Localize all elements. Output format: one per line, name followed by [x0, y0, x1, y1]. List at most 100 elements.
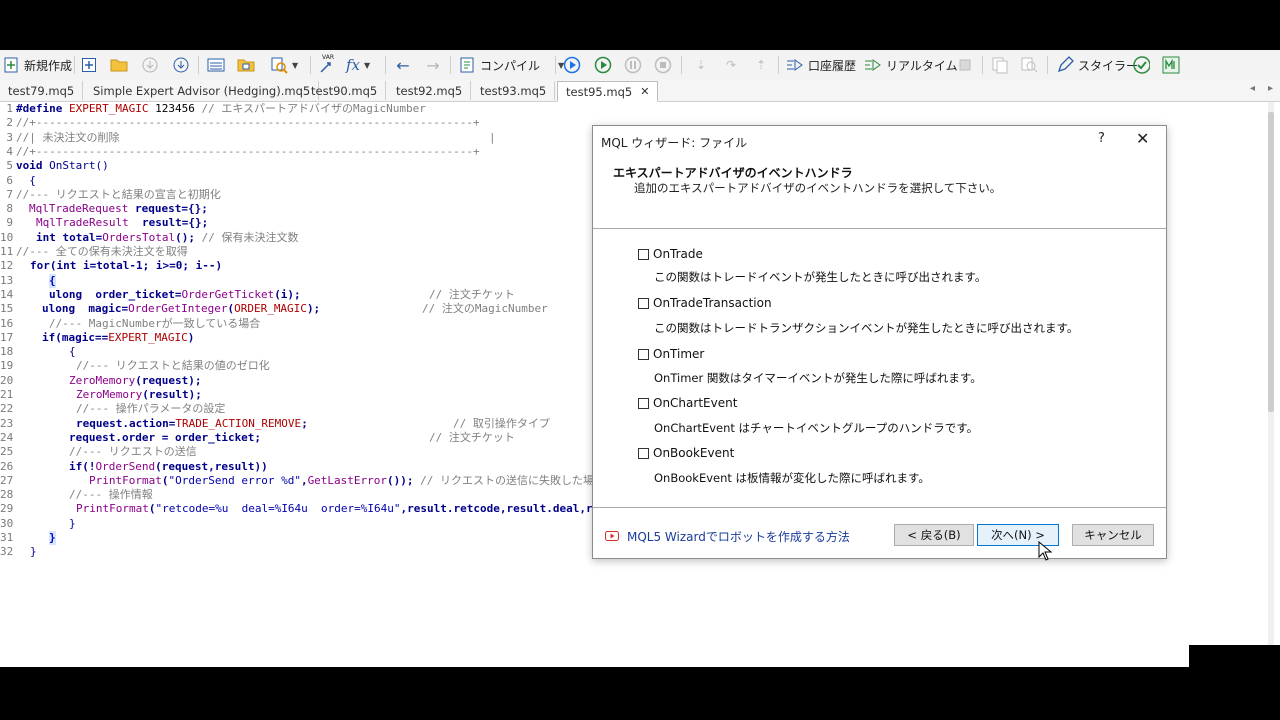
- wizard-link-text: MQL5 Wizardでロボットを作成する方法: [627, 530, 850, 544]
- stop-icon: [654, 56, 672, 74]
- option-ontradetransaction[interactable]: OnTradeTransaction: [638, 296, 772, 310]
- sync-button[interactable]: [172, 54, 190, 76]
- onchartevent-checkbox[interactable]: [638, 397, 649, 409]
- open-folder-button[interactable]: [110, 54, 128, 76]
- onbookevent-checkbox[interactable]: [638, 447, 649, 459]
- token: OrdersTotal: [102, 230, 176, 244]
- step-over-button[interactable]: ↷: [722, 54, 740, 76]
- option-onbookevent[interactable]: OnBookEvent: [638, 446, 734, 460]
- line-number: 20: [0, 373, 14, 387]
- step-out-button[interactable]: ⇡: [752, 54, 770, 76]
- code-line-10: int total=OrdersTotal(); // 保有未決注文数: [36, 231, 298, 245]
- tab-scroll-left-icon[interactable]: ◂: [1250, 83, 1255, 94]
- var-button[interactable]: VAR: [318, 54, 336, 76]
- line-number: 7: [6, 187, 13, 201]
- ontradetransaction-checkbox[interactable]: [638, 297, 649, 309]
- stop-test-button[interactable]: [956, 54, 974, 76]
- editor-scrollbar[interactable]: [1268, 102, 1274, 667]
- tab-test93[interactable]: test93.mq5: [472, 81, 556, 100]
- code-line-26: if(!OrderSend(request,result)): [69, 460, 268, 474]
- tab-simple-expert-advisor[interactable]: Simple Expert Advisor (Hedging).mq5: [85, 81, 320, 100]
- stop-button[interactable]: [654, 54, 672, 76]
- option-ontrade[interactable]: OnTrade: [638, 247, 703, 261]
- back-button[interactable]: < 戻る(B): [894, 524, 974, 546]
- folder-open-icon: [237, 56, 255, 74]
- main-toolbar: 新規作成 ▼ VAR fx ▼ ← → コンパイル ▼ ⇣ ↷ ⇡ 口座履歴 リ…: [0, 50, 1280, 81]
- close-tab-icon[interactable]: ✕: [640, 85, 649, 98]
- option-onchartevent[interactable]: OnChartEvent: [638, 396, 737, 410]
- search-dropdown-button[interactable]: ▼: [270, 54, 298, 76]
- line-number: 18: [0, 345, 14, 359]
- line-number: 29: [0, 502, 14, 516]
- history-button[interactable]: 口座履歴: [786, 54, 856, 76]
- tab-scroll-right-icon[interactable]: ▸: [1268, 83, 1273, 94]
- add-button[interactable]: [80, 54, 98, 76]
- token: // 保有未決注文数: [201, 230, 299, 244]
- line-number: 26: [0, 459, 14, 473]
- ontrade-checkbox[interactable]: [638, 248, 649, 260]
- token: total=: [55, 230, 103, 244]
- history-label: 口座履歴: [808, 58, 857, 73]
- code-line-13: {: [49, 273, 56, 288]
- line-number: 6: [6, 173, 13, 187]
- tab-test90[interactable]: test90.mq5: [303, 81, 387, 100]
- option-ontimer[interactable]: OnTimer: [638, 347, 704, 361]
- copy-icon: [991, 56, 1009, 74]
- terminal-button[interactable]: [207, 54, 225, 76]
- arrow-right-icon: →: [426, 55, 440, 75]
- code-line-7: //--- リクエストと結果の宣言と初期化: [16, 187, 221, 201]
- token: // エキスパートアドバイザのMagicNumber: [201, 102, 426, 115]
- line-number: 1: [6, 102, 13, 115]
- realtime-button[interactable]: リアルタイム: [864, 54, 958, 76]
- add-square-icon: [80, 56, 98, 74]
- token: ,result.retcode,result.deal,r: [400, 502, 593, 516]
- var-label: VAR: [322, 54, 334, 61]
- dialog-heading: エキスパートアドバイザのイベントハンドラ: [613, 166, 853, 180]
- new-button[interactable]: 新規作成: [2, 54, 72, 76]
- tab-test79[interactable]: test79.mq5: [0, 81, 84, 100]
- step-into-button[interactable]: ⇣: [692, 54, 710, 76]
- tab-label: test90.mq5: [311, 83, 378, 98]
- forward-nav-button[interactable]: →: [424, 54, 442, 76]
- compile-button[interactable]: コンパイル ▼: [458, 54, 564, 76]
- help-button[interactable]: ?: [1098, 131, 1105, 146]
- tab-test92[interactable]: test92.mq5: [388, 81, 472, 100]
- line-number: 25: [0, 445, 14, 459]
- back-nav-button[interactable]: ←: [394, 54, 412, 76]
- wizard-help-link[interactable]: MQL5 Wizardでロボットを作成する方法: [605, 528, 850, 545]
- function-dropdown-button[interactable]: fx ▼: [346, 54, 370, 76]
- code-line-9: MqlTradeResult result={};: [36, 216, 208, 230]
- debug-button[interactable]: [563, 54, 581, 76]
- tab-label: Simple Expert Advisor (Hedging).mq5: [93, 83, 311, 98]
- folder-button-2[interactable]: [237, 54, 255, 76]
- token: // 注文チケット: [429, 287, 515, 301]
- tab-label: test79.mq5: [8, 83, 75, 98]
- token: MqlTradeResult: [36, 216, 129, 230]
- metaquotes-button[interactable]: [1162, 54, 1180, 76]
- toolbar-separator: [450, 56, 451, 74]
- scrollbar-thumb[interactable]: [1268, 112, 1274, 412]
- tab-test95[interactable]: test95.mq5 ✕: [557, 81, 659, 102]
- line-number: 21: [0, 388, 14, 401]
- run-button[interactable]: [594, 54, 612, 76]
- new-label: 新規作成: [24, 58, 73, 73]
- download-button[interactable]: [141, 54, 159, 76]
- copy-button[interactable]: [991, 54, 1009, 76]
- dialog-subheading: 追加のエキスパートアドバイザのイベントハンドラを選択して下さい。: [634, 181, 1002, 195]
- pause-button[interactable]: [624, 54, 642, 76]
- tab-label: test95.mq5: [566, 84, 633, 99]
- ontimer-checkbox[interactable]: [638, 348, 649, 360]
- code-line-28: //--- 操作情報: [69, 488, 153, 502]
- token: request.action=: [76, 416, 176, 430]
- close-button[interactable]: ✕: [1136, 129, 1149, 148]
- line-number: 3: [6, 130, 13, 144]
- divider: [593, 507, 1166, 508]
- mql-wizard-dialog: MQL ウィザード: ファイル ? ✕ エキスパートアドバイザのイベントハンドラ…: [592, 125, 1167, 559]
- compare-button[interactable]: [1020, 54, 1038, 76]
- community-button[interactable]: [1132, 54, 1150, 76]
- styler-button[interactable]: スタイラー: [1056, 54, 1138, 76]
- token: ();: [175, 230, 202, 244]
- cancel-button[interactable]: キャンセル: [1072, 524, 1154, 546]
- metaeditor-window: 新規作成 ▼ VAR fx ▼ ← → コンパイル ▼ ⇣ ↷ ⇡ 口座履歴 リ…: [0, 50, 1280, 667]
- token: ): [187, 330, 195, 344]
